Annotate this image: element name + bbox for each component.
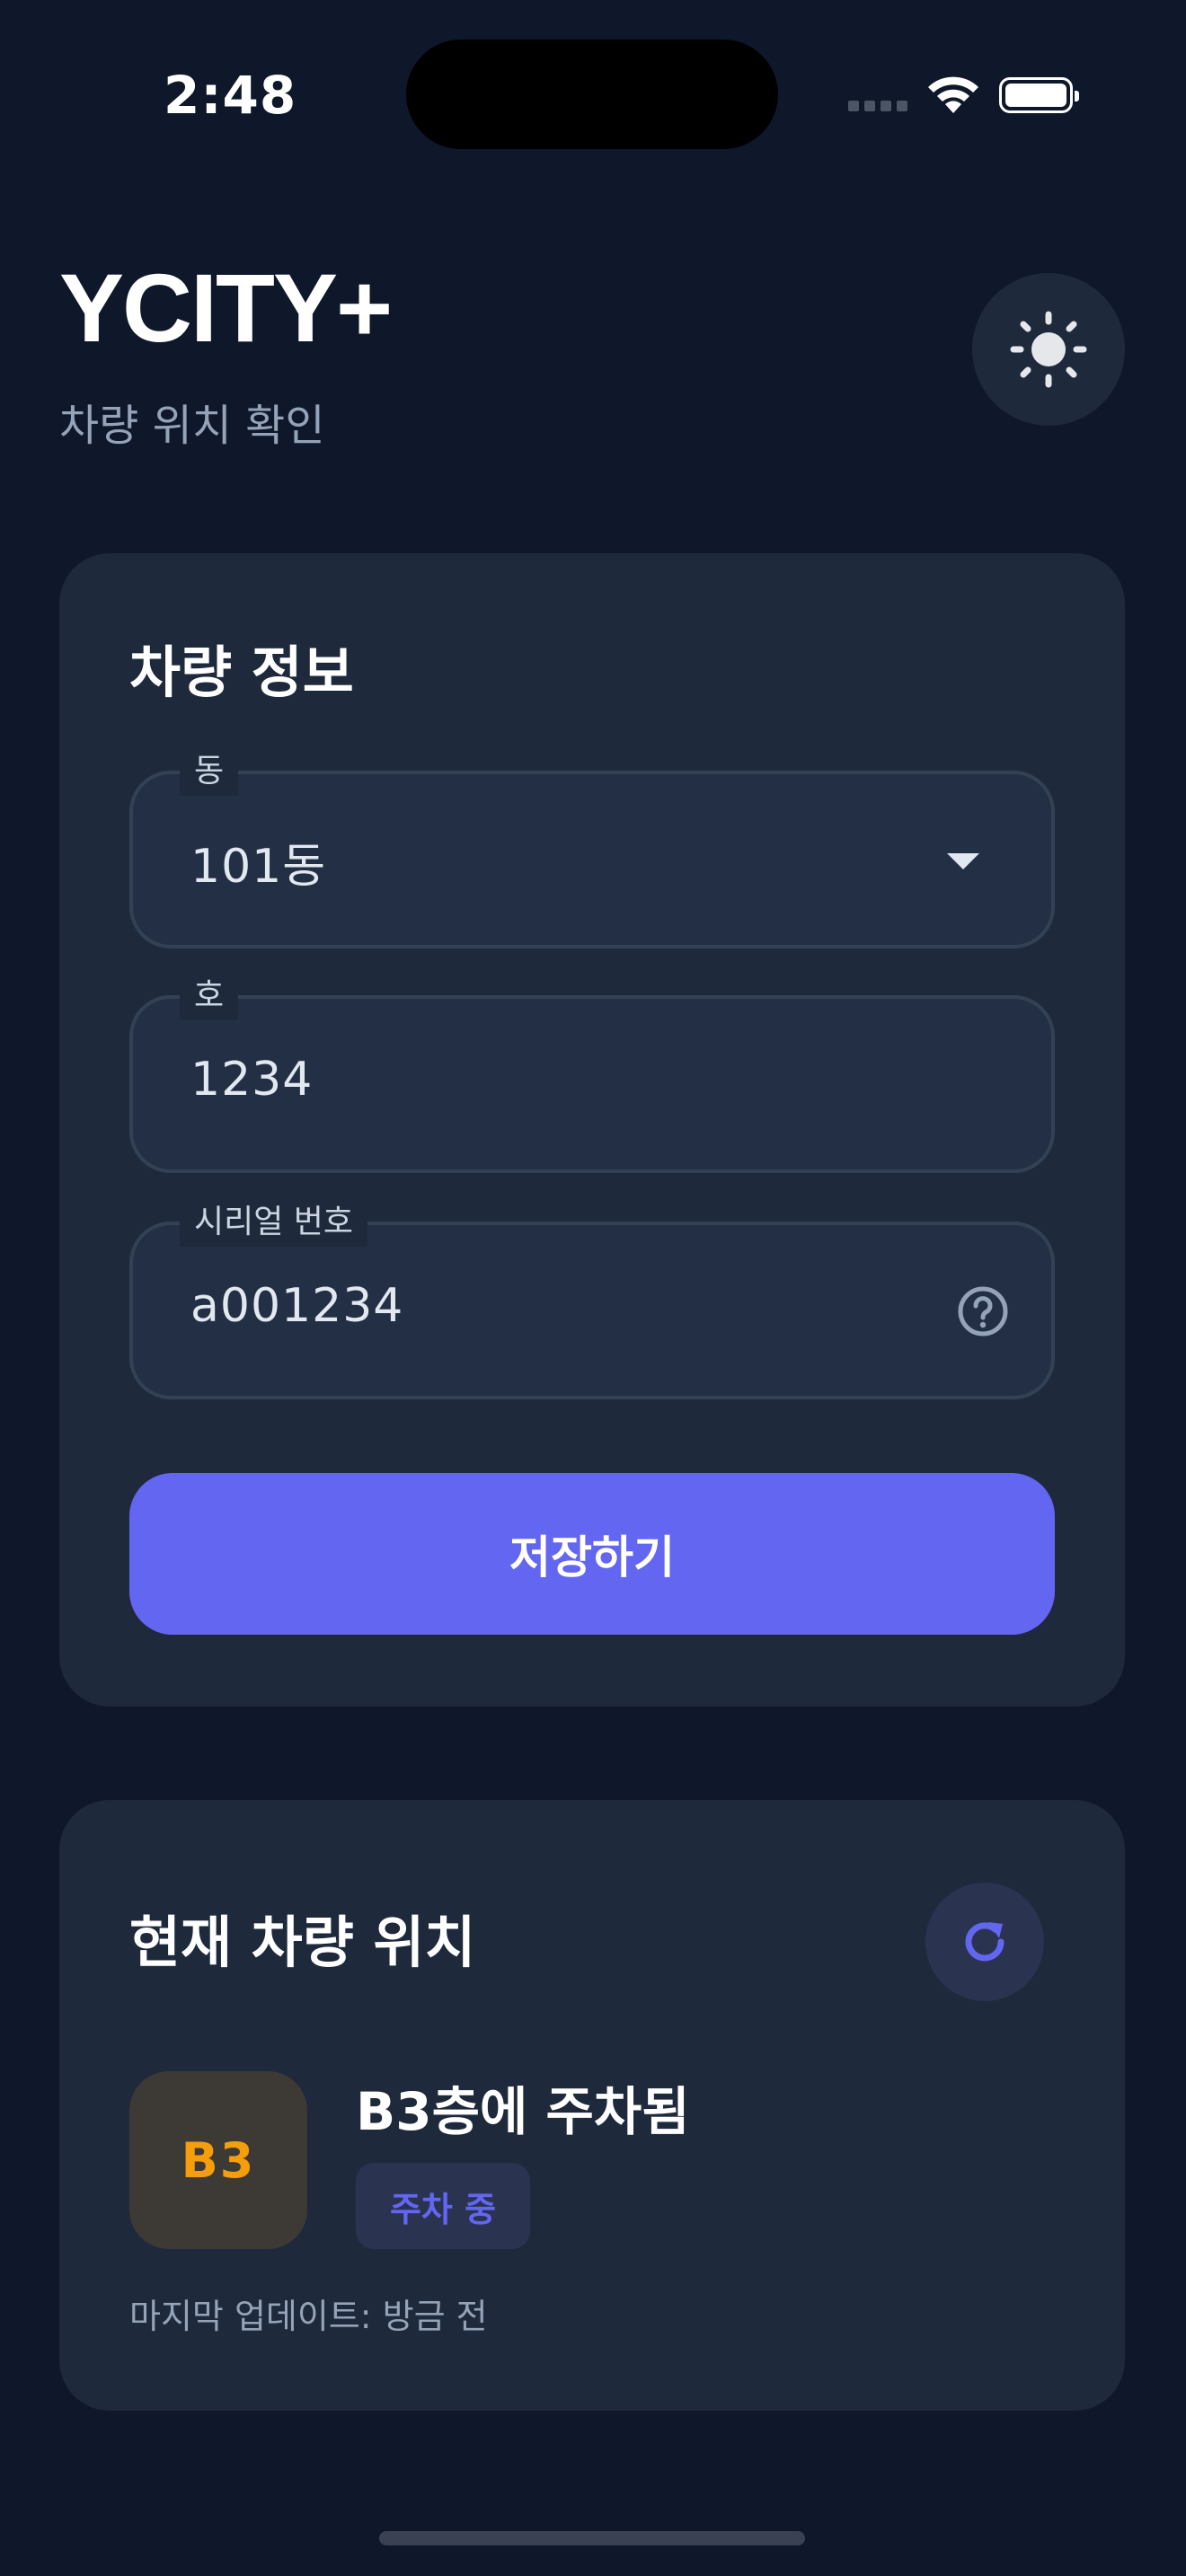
theme-toggle-button[interactable] <box>972 273 1125 426</box>
serial-number-input[interactable]: 시리얼 번호 a001234 <box>129 1198 1055 1399</box>
wifi-icon <box>928 76 978 113</box>
parked-location-text: B3층에 주차됨 <box>356 2081 690 2142</box>
help-circle-icon[interactable] <box>956 1284 1010 1338</box>
dong-label: 동 <box>180 747 239 796</box>
ho-label: 호 <box>180 972 239 1020</box>
ho-value: 1234 <box>190 1053 314 1107</box>
floor-badge: B3 <box>129 2071 307 2249</box>
app-title: YCITY+ <box>59 253 393 362</box>
save-button[interactable]: 저장하기 <box>129 1473 1055 1635</box>
battery-icon <box>999 77 1079 113</box>
app-subtitle: 차량 위치 확인 <box>59 401 325 451</box>
ho-input[interactable]: 호 1234 <box>129 972 1055 1173</box>
dong-value: 101동 <box>190 840 327 894</box>
location-title: 현재 차량 위치 <box>129 1910 476 1975</box>
status-time: 2:48 <box>164 65 297 126</box>
app-screen: 2:48 YCITY+ 차량 위치 확인 차량 정보 동 101동 호 1234… <box>0 0 1186 2576</box>
vehicle-info-title: 차량 정보 <box>129 640 354 705</box>
serial-number-value: a001234 <box>190 1279 404 1333</box>
last-updated-text: 마지막 업데이트: 방금 전 <box>129 2297 488 2336</box>
refresh-button[interactable] <box>925 1883 1044 2001</box>
home-indicator[interactable] <box>379 2531 805 2545</box>
vehicle-location-card: 현재 차량 위치 B3 B3층에 주차됨 주차 중 마지막 업데이트: 방금 전 <box>59 1800 1125 2411</box>
serial-number-label: 시리얼 번호 <box>180 1198 368 1247</box>
dynamic-island <box>406 40 778 149</box>
refresh-icon <box>965 1922 1005 1962</box>
dropdown-arrow-icon <box>947 853 979 869</box>
dong-select[interactable]: 동 101동 <box>129 747 1055 948</box>
sun-icon <box>1010 311 1087 388</box>
cellular-signal-icon <box>848 101 907 111</box>
status-badge: 주차 중 <box>356 2163 530 2249</box>
vehicle-info-card: 차량 정보 동 101동 호 1234 시리얼 번호 a001234 저장하기 <box>59 553 1125 1707</box>
